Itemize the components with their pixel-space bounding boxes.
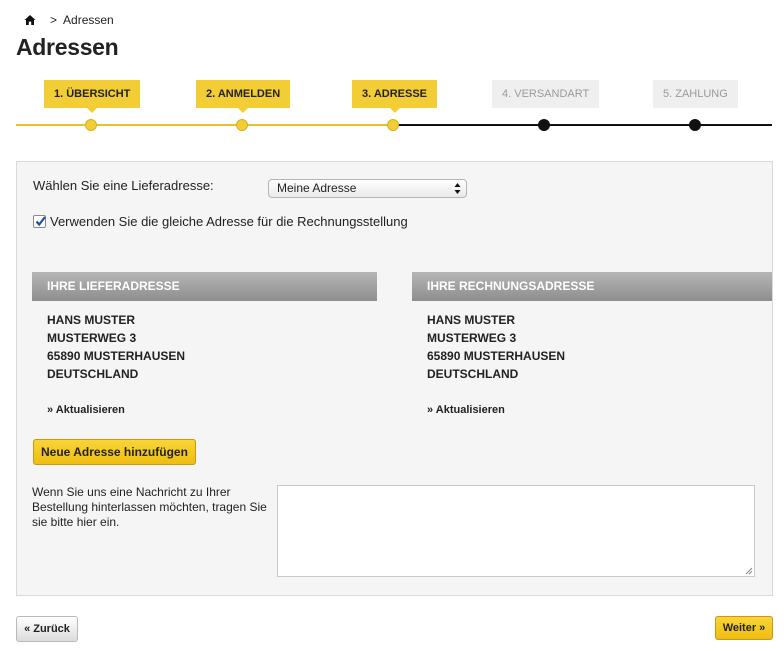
billing-address-heading: IHRE RECHNUNGSADRESSE	[412, 272, 772, 301]
message-label: Wenn Sie uns eine Nachricht zu Ihrer Bes…	[32, 485, 267, 529]
step-dot-versandart	[538, 119, 550, 131]
delivery-address-block: HANS MUSTER MUSTERWEG 3 65890 MUSTERHAUS…	[47, 311, 185, 383]
progress-line-done	[16, 124, 393, 126]
same-address-label: Verwenden Sie die gleiche Adresse für di…	[50, 214, 408, 229]
step-versandart: 4. VERSANDART	[492, 80, 600, 108]
billing-address-line: HANS MUSTER	[427, 313, 516, 327]
delivery-address-line: HANS MUSTER	[47, 313, 136, 327]
breadcrumb-current: Adressen	[63, 13, 114, 27]
same-address-checkbox[interactable]	[33, 215, 46, 228]
breadcrumb-separator: >	[50, 13, 58, 27]
back-button[interactable]: « Zurück	[16, 616, 78, 642]
billing-address-line: MUSTERWEG 3	[427, 331, 517, 345]
checkout-steps: 1. ÜBERSICHT 2. ANMELDEN 3. ADRESSE 4. V…	[16, 80, 772, 136]
delivery-address-line: 65890 MUSTERHAUSEN	[47, 349, 186, 363]
step-dot-zahlung	[689, 119, 701, 131]
step-zahlung: 5. ZAHLUNG	[653, 80, 738, 108]
breadcrumb: > Adressen	[24, 12, 114, 28]
billing-address-line: DEUTSCHLAND	[427, 367, 519, 381]
checkmark-icon	[35, 216, 46, 227]
update-delivery-address-link[interactable]: » Aktualisieren	[47, 404, 125, 416]
next-button[interactable]: Weiter »	[715, 616, 773, 640]
step-dot-uebersicht	[85, 119, 97, 131]
address-panel: Wählen Sie eine Lieferadresse: Meine Adr…	[16, 161, 773, 596]
page-title: Adressen	[16, 34, 119, 60]
step-anmelden[interactable]: 2. ANMELDEN	[196, 80, 291, 113]
billing-address-block: HANS MUSTER MUSTERWEG 3 65890 MUSTERHAUS…	[427, 311, 565, 383]
delivery-address-selected: Meine Adresse	[277, 181, 357, 195]
step-dot-anmelden	[236, 119, 248, 131]
home-icon[interactable]	[24, 14, 36, 26]
delivery-address-label: Wählen Sie eine Lieferadresse:	[33, 178, 214, 193]
message-textarea[interactable]	[277, 485, 755, 577]
step-adresse[interactable]: 3. ADRESSE	[352, 80, 438, 113]
progress-line-todo	[393, 124, 772, 126]
same-address-row: Verwenden Sie die gleiche Adresse für di…	[33, 214, 408, 229]
update-billing-address-link[interactable]: » Aktualisieren	[427, 404, 505, 416]
resize-handle-icon[interactable]	[744, 566, 753, 575]
step-uebersicht[interactable]: 1. ÜBERSICHT	[44, 80, 141, 113]
delivery-address-line: MUSTERWEG 3	[47, 331, 137, 345]
add-address-button[interactable]: Neue Adresse hinzufügen	[33, 439, 196, 465]
delivery-address-line: DEUTSCHLAND	[47, 367, 139, 381]
delivery-address-select[interactable]: Meine Adresse	[268, 179, 467, 198]
select-arrows-icon	[454, 183, 461, 194]
step-dot-adresse	[387, 119, 399, 131]
billing-address-line: 65890 MUSTERHAUSEN	[427, 349, 566, 363]
delivery-address-heading: IHRE LIEFERADRESSE	[32, 272, 377, 301]
